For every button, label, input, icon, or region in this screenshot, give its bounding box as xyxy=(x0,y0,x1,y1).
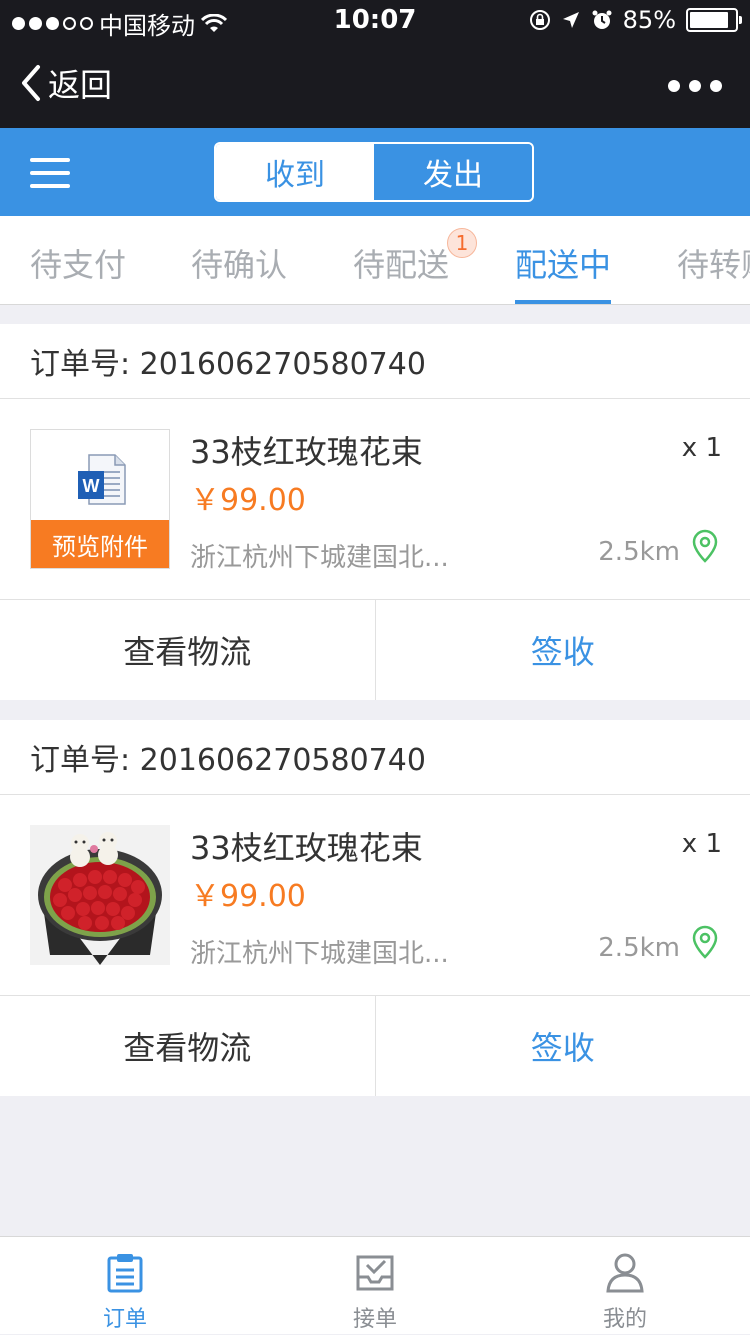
tab-badge: 1 xyxy=(447,228,477,258)
order-actions: 查看物流 签收 xyxy=(0,600,750,700)
back-button[interactable]: 返回 xyxy=(20,60,112,106)
tab-delivering[interactable]: 配送中 xyxy=(515,240,611,286)
delivery-address: 浙江杭州下城建国北... xyxy=(190,537,449,574)
order-number: 订单号: 201606270580740 xyxy=(0,720,750,795)
segment-sent[interactable]: 发出 xyxy=(374,144,532,200)
attachment-thumbnail[interactable]: W 预览附件 xyxy=(30,429,170,569)
rose-bouquet-image xyxy=(30,825,170,965)
order-card: 订单号: 201606270580740 W 预览附件 33枝红玫瑰花束 x 1… xyxy=(0,324,750,700)
more-menu-icon[interactable] xyxy=(668,80,722,92)
tabbar-mine[interactable]: 我的 xyxy=(500,1237,750,1335)
delivery-distance: 2.5km xyxy=(598,933,680,963)
svg-text:W: W xyxy=(83,476,100,496)
preview-attachment-label[interactable]: 预览附件 xyxy=(31,520,169,568)
battery-percent: 85% xyxy=(623,6,676,34)
clipboard-icon xyxy=(104,1251,146,1293)
location-pin-icon[interactable] xyxy=(692,529,718,563)
product-title: 33枝红玫瑰花束 xyxy=(190,427,423,473)
view-logistics-button[interactable]: 查看物流 xyxy=(0,996,376,1096)
location-pin-icon[interactable] xyxy=(692,925,718,959)
tab-pending-payment[interactable]: 待支付 xyxy=(30,240,126,286)
battery-icon xyxy=(686,8,738,32)
segment-header: 收到 发出 xyxy=(0,128,750,216)
tabbar-label: 我的 xyxy=(500,1301,750,1333)
order-item[interactable]: 33枝红玫瑰花束 x 1 ￥99.00 浙江杭州下城建国北... 2.5km xyxy=(0,795,750,996)
location-arrow-icon xyxy=(561,10,581,30)
product-price: ￥99.00 xyxy=(190,475,306,519)
order-card: 订单号: 201606270580740 xyxy=(0,720,750,1096)
delivery-address: 浙江杭州下城建国北... xyxy=(190,933,449,970)
rotation-lock-icon xyxy=(529,9,551,31)
tab-pending-delivery[interactable]: 待配送 xyxy=(353,240,449,286)
tabbar-accept-orders[interactable]: 接单 xyxy=(250,1237,500,1335)
tabbar-label: 接单 xyxy=(250,1301,500,1333)
product-title: 33枝红玫瑰花束 xyxy=(190,823,423,869)
status-bar: 中国移动 10:07 85% xyxy=(0,0,750,40)
segment-received[interactable]: 收到 xyxy=(216,144,374,200)
order-actions: 查看物流 签收 xyxy=(0,996,750,1096)
bottom-tab-bar: 订单 接单 我的 xyxy=(0,1236,750,1334)
product-qty: x 1 xyxy=(682,829,722,859)
product-photo[interactable] xyxy=(30,825,170,965)
sign-receipt-button[interactable]: 签收 xyxy=(376,996,750,1096)
delivery-distance: 2.5km xyxy=(598,537,680,567)
inbox-check-icon xyxy=(354,1251,396,1293)
word-doc-icon: W xyxy=(77,454,127,506)
active-tab-indicator xyxy=(515,300,611,304)
sign-receipt-button[interactable]: 签收 xyxy=(376,600,750,700)
tabbar-orders[interactable]: 订单 xyxy=(0,1237,250,1335)
status-right: 85% xyxy=(529,6,738,34)
product-qty: x 1 xyxy=(682,433,722,463)
segmented-control: 收到 发出 xyxy=(214,142,534,202)
product-price: ￥99.00 xyxy=(190,871,306,915)
alarm-icon xyxy=(591,9,613,31)
back-label: 返回 xyxy=(48,60,112,106)
person-icon xyxy=(604,1251,646,1293)
hamburger-menu-icon[interactable] xyxy=(30,158,70,197)
chevron-left-icon xyxy=(20,64,42,102)
tab-pending-confirm[interactable]: 待确认 xyxy=(191,240,287,286)
order-item[interactable]: W 预览附件 33枝红玫瑰花束 x 1 ￥99.00 浙江杭州下城建国北... … xyxy=(0,399,750,600)
order-number: 订单号: 201606270580740 xyxy=(0,324,750,399)
nav-bar: 返回 xyxy=(0,40,750,128)
tabbar-label: 订单 xyxy=(0,1301,250,1333)
tab-pending-transfer[interactable]: 待转账 xyxy=(677,240,750,286)
order-status-tabs: 待支付 待确认 待配送 配送中 待转账 xyxy=(0,216,750,305)
view-logistics-button[interactable]: 查看物流 xyxy=(0,600,376,700)
